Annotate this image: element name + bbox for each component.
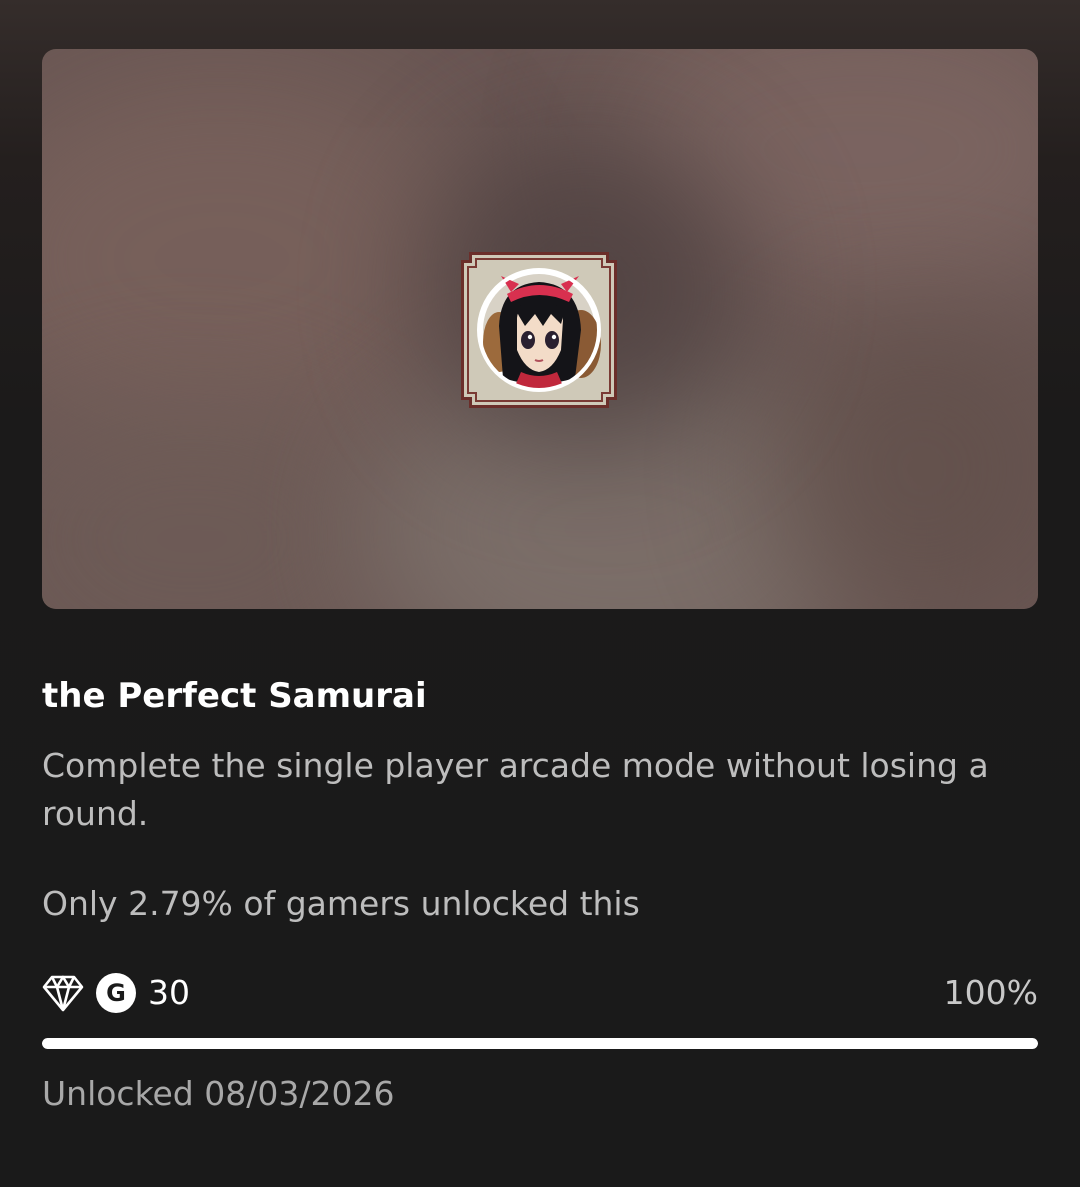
progress-bar (42, 1038, 1038, 1049)
diamond-icon (42, 975, 84, 1012)
achievement-hero-image (42, 49, 1038, 609)
achievement-stats-row: G 30 100% (42, 970, 1038, 1016)
achievement-badge-icon (461, 252, 617, 408)
progress-percent: 100% (943, 973, 1038, 1012)
gamerscore-icon: G (96, 973, 136, 1013)
gamerscore-value: 30 (148, 973, 190, 1012)
achievement-description: Complete the single player arcade mode w… (42, 746, 989, 833)
achievement-title: the Perfect Samurai (42, 676, 427, 716)
rarity-text: Only 2.79% of gamers unlocked this (42, 884, 640, 923)
progress-bar-fill (42, 1038, 1038, 1049)
hero-background-blur (762, 309, 1038, 609)
unlocked-date: Unlocked 08/03/2026 (42, 1074, 395, 1113)
hero-background-blur (42, 69, 482, 449)
